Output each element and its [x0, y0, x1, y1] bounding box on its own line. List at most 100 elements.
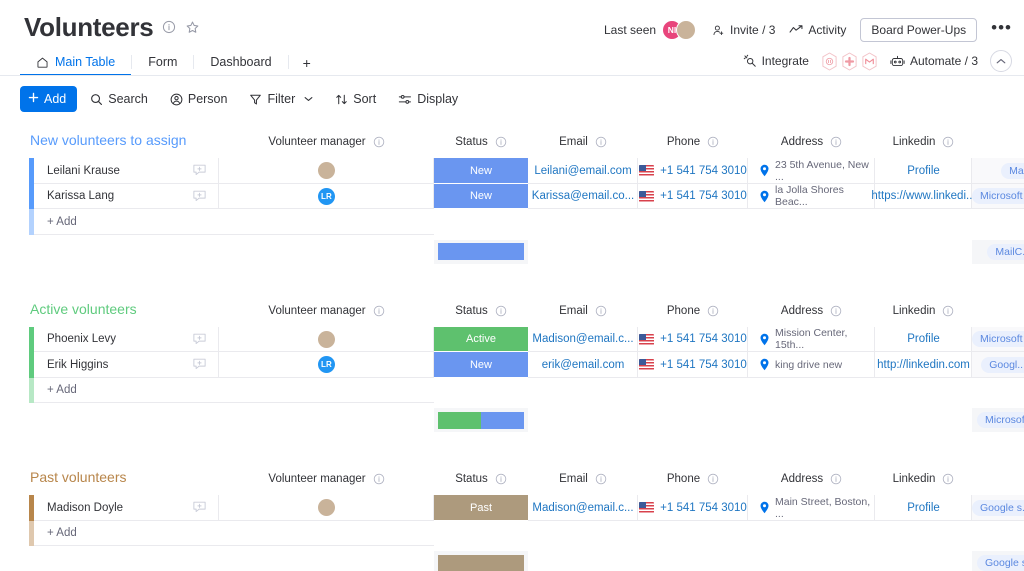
source-chip[interactable]: Googl...	[981, 356, 1024, 373]
filter-button[interactable]: Filter	[240, 88, 322, 110]
invite-button[interactable]: Invite / 3	[712, 23, 775, 37]
linkedin-link[interactable]: Profile	[907, 165, 940, 177]
avatar[interactable]	[318, 162, 335, 180]
column-header[interactable]: Phone	[638, 465, 748, 493]
cell-address[interactable]: la Jolla Shores Beac...	[748, 184, 875, 210]
column-info-icon[interactable]	[942, 136, 954, 148]
column-info-icon[interactable]	[707, 136, 719, 148]
cell-address[interactable]: Mission Center, 15th...	[748, 327, 875, 353]
avatar-stack[interactable]: NI	[662, 20, 698, 40]
conversation-icon[interactable]	[192, 331, 207, 351]
column-info-icon[interactable]	[595, 473, 607, 485]
cell-email[interactable]: erik@email.com	[528, 352, 638, 378]
column-header[interactable]: S	[972, 465, 1024, 493]
cell-volunteer-manager[interactable]: LR	[219, 352, 434, 378]
column-header[interactable]: Phone	[638, 297, 748, 325]
column-header[interactable]: Linkedin	[875, 128, 972, 156]
tab-form[interactable]: Form	[132, 50, 193, 76]
status-badge[interactable]: New	[434, 158, 528, 184]
slack-hex-icon[interactable]	[841, 51, 858, 71]
add-button[interactable]: Add	[20, 86, 78, 112]
cell-source[interactable]: Microsoft ...	[972, 184, 1024, 210]
table-row[interactable]: Phoenix Levy Active Madison@email.c... +…	[0, 326, 1024, 353]
column-header[interactable]: Address	[748, 465, 875, 493]
cell-source[interactable]: Googl...	[972, 352, 1024, 378]
source-chip[interactable]: Google s...	[972, 499, 1024, 516]
email-link[interactable]: erik@email.com	[542, 359, 625, 371]
source-summary[interactable]: Google s...	[972, 551, 1024, 571]
chevron-up-icon[interactable]	[990, 50, 1012, 72]
tab-dashboard[interactable]: Dashboard	[194, 50, 287, 76]
add-item-row[interactable]: + Add	[0, 377, 1024, 403]
column-info-icon[interactable]	[495, 305, 507, 317]
avatar[interactable]	[318, 330, 335, 348]
display-button[interactable]: Display	[389, 88, 467, 110]
cell-volunteer-manager[interactable]	[219, 495, 434, 521]
last-seen-group[interactable]: Last seen NI	[604, 20, 698, 40]
column-header[interactable]: S	[972, 297, 1024, 325]
cell-email[interactable]: Karissa@email.co...	[528, 184, 638, 210]
status-summary[interactable]	[434, 239, 528, 264]
column-info-icon[interactable]	[830, 305, 842, 317]
cell-volunteer-manager[interactable]	[219, 327, 434, 353]
group-title[interactable]: New volunteers to assign	[30, 132, 186, 148]
email-link[interactable]: Leilani@email.com	[534, 165, 631, 177]
column-header[interactable]: Phone	[638, 128, 748, 156]
cell-address[interactable]: 23 5th Avenue, New ...	[748, 158, 875, 184]
column-info-icon[interactable]	[373, 136, 385, 148]
cell-address[interactable]: king drive new	[748, 352, 875, 378]
source-chip[interactable]: Microsof...	[977, 412, 1024, 428]
column-header[interactable]: S	[972, 128, 1024, 156]
cell-volunteer-manager[interactable]: LR	[219, 184, 434, 210]
cell-email[interactable]: Madison@email.c...	[528, 327, 638, 353]
conversation-icon[interactable]	[192, 356, 207, 376]
status-summary[interactable]	[434, 408, 528, 432]
status-badge[interactable]: Active	[434, 327, 528, 353]
source-summary[interactable]: Microsof...	[972, 408, 1024, 432]
cell-phone[interactable]: +1 541 754 3010	[638, 327, 748, 353]
cell-phone[interactable]: +1 541 754 3010	[638, 495, 748, 521]
source-chip[interactable]: Microsoft ...	[972, 331, 1024, 348]
tab-main-table[interactable]: Main Table	[20, 50, 132, 76]
column-info-icon[interactable]	[707, 305, 719, 317]
column-info-icon[interactable]	[830, 136, 842, 148]
source-chip[interactable]: MailC...	[987, 243, 1024, 260]
status-badge[interactable]: New	[434, 184, 528, 210]
integrate-button[interactable]: Integrate	[743, 54, 809, 68]
cell-linkedin[interactable]: Profile	[875, 327, 972, 353]
cell-phone[interactable]: +1 541 754 3010	[638, 158, 748, 184]
linkedin-link[interactable]: https://www.linkedi...	[871, 190, 975, 202]
source-chip[interactable]: Google s...	[977, 555, 1024, 571]
sort-button[interactable]: Sort	[326, 88, 385, 110]
column-header[interactable]: Address	[748, 297, 875, 325]
avatar[interactable]	[318, 499, 335, 517]
column-info-icon[interactable]	[495, 473, 507, 485]
linkedin-link[interactable]: http://linkedin.com	[877, 359, 970, 371]
linkedin-link[interactable]: Profile	[907, 502, 940, 514]
chevron-down-icon[interactable]	[304, 96, 313, 102]
linkedin-link[interactable]: Profile	[907, 333, 940, 345]
group-title[interactable]: Past volunteers	[30, 469, 127, 485]
source-summary[interactable]: MailC...	[972, 239, 1024, 264]
star-icon[interactable]	[185, 20, 200, 35]
column-info-icon[interactable]	[830, 473, 842, 485]
column-header[interactable]: Email	[528, 297, 638, 325]
conversation-icon[interactable]	[192, 162, 207, 182]
table-row[interactable]: Karissa Lang LR New Karissa@email.co... …	[0, 183, 1024, 210]
more-options-icon[interactable]: •••	[991, 19, 1012, 37]
cell-phone[interactable]: +1 541 754 3010	[638, 184, 748, 210]
add-item-row[interactable]: + Add	[0, 520, 1024, 546]
column-info-icon[interactable]	[495, 136, 507, 148]
column-header[interactable]: Email	[528, 128, 638, 156]
status-badge[interactable]: New	[434, 352, 528, 378]
activity-button[interactable]: Activity	[789, 23, 846, 37]
cell-source[interactable]: Microsoft ...	[972, 327, 1024, 353]
status-badge[interactable]: Past	[434, 495, 528, 521]
cell-linkedin[interactable]: http://linkedin.com	[875, 352, 972, 378]
automate-button[interactable]: Automate / 3	[890, 54, 978, 68]
cell-email[interactable]: Leilani@email.com	[528, 158, 638, 184]
cell-email[interactable]: Madison@email.c...	[528, 495, 638, 521]
column-info-icon[interactable]	[942, 305, 954, 317]
column-header[interactable]: Volunteer manager	[219, 297, 434, 325]
cell-source[interactable]: Mai	[972, 158, 1024, 184]
